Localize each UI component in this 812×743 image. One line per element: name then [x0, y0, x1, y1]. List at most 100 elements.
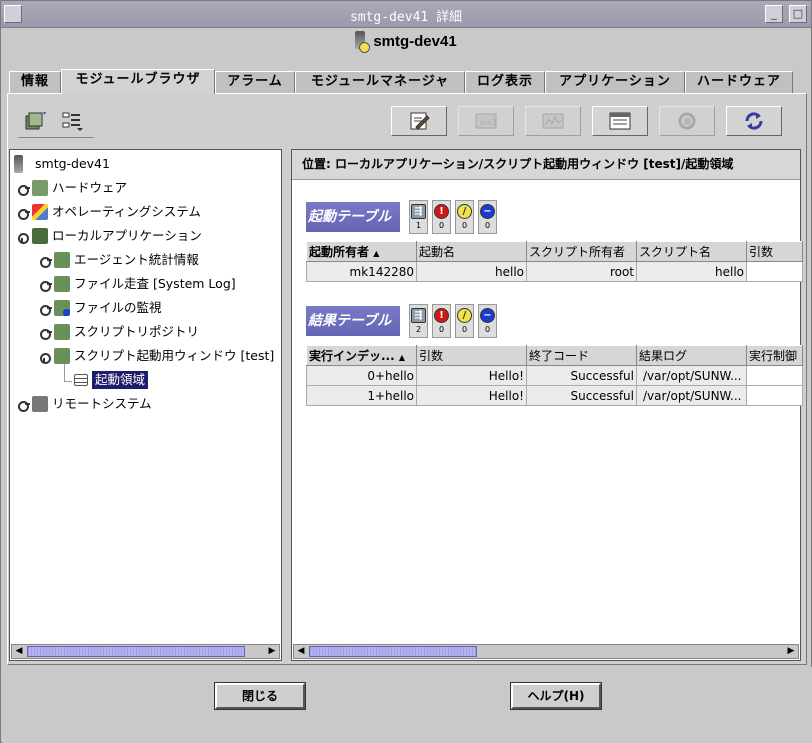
tree-item-local-applications[interactable]: ローカルアプリケーション — [18, 226, 202, 246]
scrollbar-thumb[interactable] — [309, 646, 477, 657]
expand-toggle-icon[interactable] — [40, 303, 52, 316]
table-cell[interactable]: Hello! — [416, 365, 527, 386]
table-data-icon[interactable]: n=1 — [458, 106, 514, 136]
tree-item-script-repository[interactable]: スクリプトリポジトリ — [40, 322, 199, 342]
host-name: smtg-dev41 — [373, 33, 457, 50]
tree-item-operating-system[interactable]: オペレーティングシステム — [18, 202, 201, 222]
scrollbar-thumb[interactable] — [27, 646, 245, 657]
tree-item-label: 起動領域 — [92, 371, 149, 389]
hardware-icon — [32, 180, 48, 196]
table-cell[interactable]: Successful — [526, 365, 637, 386]
tab-alarms[interactable]: アラーム — [215, 71, 295, 93]
status-count: 0 — [461, 221, 468, 230]
scroll-right-icon[interactable]: ▶ — [265, 645, 279, 658]
table-cell[interactable]: 1+hello — [306, 385, 417, 406]
location-breadcrumb: 位置: ローカルアプリケーション/スクリプト起動用ウィンドウ [test]/起動… — [292, 150, 800, 180]
status-warning-icon: /0 — [455, 304, 474, 338]
tab-module-manager[interactable]: モジュールマネージャ — [295, 71, 465, 93]
tree-item-file-monitor[interactable]: ファイルの監視 — [40, 298, 162, 318]
edit-icon[interactable] — [391, 106, 447, 136]
scroll-left-icon[interactable]: ◀ — [294, 645, 308, 658]
column-header[interactable]: 実行制御 — [746, 345, 803, 366]
tree-item-file-scan[interactable]: ファイル走査 [System Log] — [40, 274, 236, 294]
minimize-button[interactable]: _ — [765, 5, 783, 23]
tab-log-view[interactable]: ログ表示 — [465, 71, 545, 93]
column-header[interactable]: スクリプト名 — [636, 241, 747, 262]
table-cell[interactable] — [746, 385, 803, 406]
tree-item-script-launch-window[interactable]: スクリプト起動用ウィンドウ [test] — [40, 346, 274, 366]
graph-icon[interactable] — [525, 106, 581, 136]
detail-horizontal-scrollbar[interactable]: ◀ ▶ — [293, 644, 799, 659]
status-count: 0 — [438, 325, 445, 334]
os-icon — [32, 204, 48, 220]
tab-applications[interactable]: アプリケーション — [545, 71, 685, 93]
table-cell[interactable] — [746, 365, 803, 386]
launch-table[interactable]: 起動所有者 ▲ 起動名 スクリプト所有者 スクリプト名 引数 mk142280 … — [306, 241, 803, 282]
table-cell[interactable]: 0+hello — [306, 365, 417, 386]
help-button[interactable]: ヘルプ(H) — [510, 682, 602, 710]
tree-item-label: ハードウェア — [52, 180, 128, 195]
column-header[interactable]: 起動所有者 ▲ — [306, 241, 417, 262]
table-cell[interactable]: /var/opt/SUNW... — [636, 385, 747, 406]
column-header[interactable]: 結果ログ — [636, 345, 747, 366]
expand-toggle-icon[interactable] — [40, 255, 52, 268]
window-title: smtg-dev41 詳細 — [349, 10, 463, 25]
tree-item-remote-systems[interactable]: リモートシステム — [18, 394, 152, 414]
host-header: smtg-dev41 — [1, 29, 811, 55]
properties-window-icon[interactable] — [592, 106, 648, 136]
collapse-toggle-icon[interactable] — [40, 351, 51, 364]
list-view-icon[interactable] — [58, 108, 88, 134]
tree-item-label: オペレーティングシステム — [52, 204, 201, 219]
scroll-left-icon[interactable]: ◀ — [12, 645, 26, 658]
module-tree[interactable]: smtg-dev41 ハードウェア オペレーティングシステム ローカルアプリケー… — [9, 149, 282, 661]
tab-info[interactable]: 情報 — [9, 71, 61, 93]
maximize-button[interactable]: □ — [789, 5, 807, 23]
table-cell[interactable]: Hello! — [416, 385, 527, 406]
expand-toggle-icon[interactable] — [18, 207, 30, 220]
tab-module-browser[interactable]: モジュールブラウザ — [61, 69, 215, 94]
table-cell[interactable]: Successful — [526, 385, 637, 406]
tree-item-label: リモートシステム — [52, 396, 152, 411]
table-cell[interactable]: hello — [636, 261, 747, 282]
column-header[interactable]: 終了コード — [526, 345, 637, 366]
table-icon — [74, 374, 88, 386]
column-header[interactable]: スクリプト所有者 — [526, 241, 637, 262]
table-row[interactable]: 0+hello Hello! Successful /var/opt/SUNW.… — [306, 365, 803, 386]
table-cell[interactable] — [746, 261, 803, 282]
scroll-right-icon[interactable]: ▶ — [784, 645, 798, 658]
column-header[interactable]: 引数 — [746, 241, 803, 262]
expand-toggle-icon[interactable] — [40, 279, 52, 292]
table-cell[interactable]: hello — [416, 261, 527, 282]
expand-toggle-icon[interactable] — [18, 399, 30, 412]
title-bar[interactable]: smtg-dev41 詳細 _ □ — [1, 1, 811, 28]
table-cell[interactable]: /var/opt/SUNW... — [636, 365, 747, 386]
tree-view-icon[interactable] — [20, 108, 50, 134]
expand-toggle-icon[interactable] — [40, 327, 52, 340]
column-label: 起動所有者 — [309, 245, 370, 259]
close-button[interactable]: 閉じる — [214, 682, 306, 710]
tree-root[interactable]: smtg-dev41 — [14, 154, 110, 174]
refresh-icon[interactable] — [726, 106, 782, 136]
status-error-icon: ! 0 — [432, 200, 451, 234]
tree-horizontal-scrollbar[interactable]: ◀ ▶ — [11, 644, 280, 659]
table-cell[interactable]: root — [526, 261, 637, 282]
tree-item-label: ローカルアプリケーション — [52, 228, 202, 243]
expand-toggle-icon[interactable] — [18, 183, 30, 196]
tree-item-agent-statistics[interactable]: エージェント統計情報 — [40, 250, 199, 270]
collapse-toggle-icon[interactable] — [18, 231, 29, 244]
refresh-selected-icon[interactable] — [659, 106, 715, 136]
column-header[interactable]: 実行インデッ... ▲ — [306, 345, 417, 366]
result-table[interactable]: 実行インデッ... ▲ 引数 終了コード 結果ログ 実行制御 0+hello H… — [306, 345, 803, 406]
launch-table-title: 起動テーブル — [306, 202, 400, 232]
tree-item-hardware[interactable]: ハードウェア — [18, 178, 127, 198]
tree-item-launch-area[interactable]: 起動領域 — [74, 370, 149, 390]
module-icon — [54, 348, 70, 364]
table-row[interactable]: 1+hello Hello! Successful /var/opt/SUNW.… — [306, 385, 803, 406]
tab-hardware[interactable]: ハードウェア — [685, 71, 793, 93]
column-header[interactable]: 引数 — [416, 345, 527, 366]
status-count: 2 — [415, 325, 422, 334]
table-row[interactable]: mk142280 hello root hello — [306, 261, 803, 282]
column-header[interactable]: 起動名 — [416, 241, 527, 262]
module-icon — [54, 276, 70, 292]
table-cell[interactable]: mk142280 — [306, 261, 417, 282]
